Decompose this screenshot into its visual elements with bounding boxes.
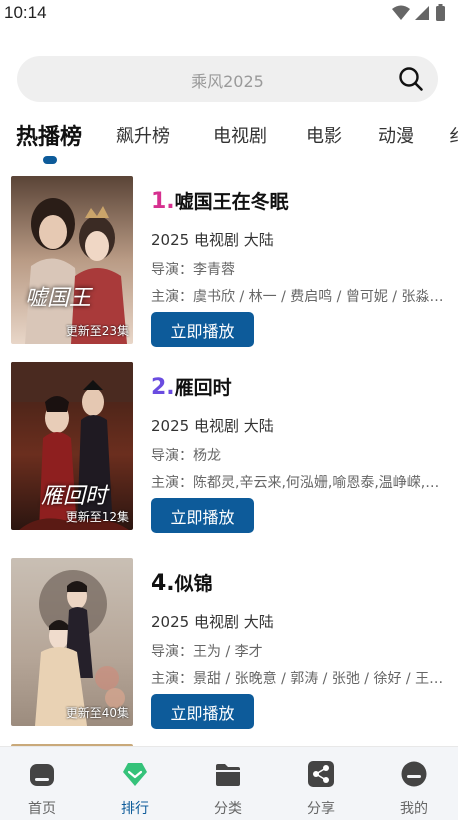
profile-icon	[401, 761, 427, 787]
bottom-nav: 首页 排行 分类 分享 我的	[0, 746, 458, 820]
ranking-icon	[123, 763, 147, 786]
item-title[interactable]: 2.雁回时	[151, 373, 232, 400]
nav-category[interactable]: 分类	[182, 747, 274, 820]
tab-anime[interactable]: 动漫	[378, 122, 414, 148]
item-meta: 2025 电视剧 大陆	[151, 613, 274, 631]
item-meta: 2025 电视剧 大陆	[151, 417, 274, 435]
poster-logo: 嘘国王	[25, 286, 92, 311]
episode-update: 更新至40集	[65, 706, 129, 720]
nav-label: 排行	[121, 801, 149, 817]
title-text: 嘘国王在冬眠	[174, 191, 289, 213]
rank-number: 1.	[151, 189, 175, 214]
search-icon[interactable]	[398, 66, 424, 92]
tab-partial[interactable]: 纟	[449, 122, 458, 148]
episode-update: 更新至12集	[65, 510, 129, 524]
nav-profile[interactable]: 我的	[368, 747, 458, 820]
poster-art	[11, 558, 133, 726]
tab-movie[interactable]: 电影	[306, 122, 342, 148]
battery-icon	[436, 6, 445, 21]
item-title[interactable]: 4.似锦	[151, 569, 213, 596]
signal-icon	[415, 6, 429, 20]
item-director: 导演：杨龙	[151, 448, 221, 464]
poster-image[interactable]: 雁回时 更新至12集	[11, 362, 133, 530]
item-cast: 主演：虞书欣 / 林一 / 费启鸣 / 曾可妮 / 张淼怡 / 赵昭仪	[151, 289, 446, 305]
nav-label: 我的	[400, 801, 428, 817]
item-director: 导演：王为 / 李才	[151, 644, 263, 660]
item-meta: 2025 电视剧 大陆	[151, 231, 274, 249]
item-title[interactable]: 1.嘘国王在冬眠	[151, 187, 289, 214]
search-bar[interactable]: 乘风2025	[17, 56, 438, 102]
rank-number: 2.	[151, 375, 175, 400]
nav-ranking[interactable]: 排行	[89, 747, 181, 820]
item-cast: 主演：陈都灵,辛云来,何泓姗,喻恩泰,温峥嵘,何中华	[151, 475, 446, 491]
nav-home[interactable]: 首页	[0, 747, 88, 820]
play-button[interactable]: 立即播放	[151, 312, 254, 347]
share-icon	[308, 761, 334, 787]
nav-label: 分享	[307, 801, 335, 817]
category-tabs: 热播榜 飙升榜 电视剧 电影 动漫 纟	[0, 112, 458, 166]
nav-label: 首页	[28, 801, 56, 817]
status-bar: 10:14	[0, 0, 458, 28]
tab-tv-series[interactable]: 电视剧	[213, 122, 267, 148]
list-item[interactable]: 雁回时 更新至12集 2.雁回时 2025 电视剧 大陆 导演：杨龙 主演：陈都…	[0, 362, 458, 533]
status-icons	[392, 4, 445, 21]
active-tab-indicator	[43, 156, 57, 164]
nav-label: 分类	[214, 801, 242, 817]
tab-rising[interactable]: 飙升榜	[116, 122, 170, 148]
wifi-icon	[392, 5, 410, 20]
poster-art	[11, 176, 133, 344]
item-director: 导演：李青蓉	[151, 262, 235, 278]
list-item[interactable]: 更新至40集 4.似锦 2025 电视剧 大陆 导演：王为 / 李才 主演：景甜…	[0, 558, 458, 729]
list-item[interactable]: 嘘国王 更新至23集 1.嘘国王在冬眠 2025 电视剧 大陆 导演：李青蓉 主…	[0, 176, 458, 347]
play-button[interactable]: 立即播放	[151, 498, 254, 533]
status-time: 10:14	[4, 3, 47, 22]
episode-update: 更新至23集	[65, 324, 129, 338]
title-text: 似锦	[174, 573, 213, 595]
item-cast: 主演：景甜 / 张晚意 / 郭涛 / 张弛 / 徐好 / 王一菲	[151, 671, 446, 687]
folder-icon	[216, 764, 240, 786]
play-button[interactable]: 立即播放	[151, 694, 254, 729]
poster-image[interactable]: 更新至40集	[11, 558, 133, 726]
poster-image[interactable]: 嘘国王 更新至23集	[11, 176, 133, 344]
poster-logo: 雁回时	[41, 484, 108, 509]
search-placeholder: 乘风2025	[191, 72, 264, 91]
title-text: 雁回时	[174, 377, 232, 399]
rank-number: 4.	[151, 571, 175, 596]
tab-hot[interactable]: 热播榜	[16, 119, 82, 151]
nav-share[interactable]: 分享	[275, 747, 367, 820]
home-icon	[30, 764, 54, 786]
ranking-list: 嘘国王 更新至23集 1.嘘国王在冬眠 2025 电视剧 大陆 导演：李青蓉 主…	[0, 166, 458, 746]
